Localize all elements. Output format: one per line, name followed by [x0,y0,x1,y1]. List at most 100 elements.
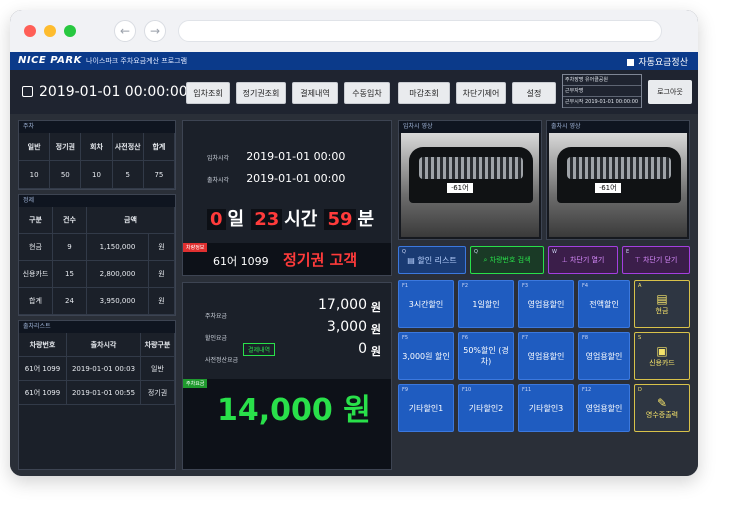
toolbar-button-closing-lookup[interactable]: 마감조회 [398,82,450,104]
datetime-text: 2019-01-01 00:00:00 [39,84,188,100]
table-cell: 9 [53,234,87,261]
vehicle-info-badge: 차량정보 [183,243,208,252]
duration: 0일 23 시간 59 분 [207,205,376,231]
exit-time-label: 출차시각 [207,177,230,184]
discount-button[interactable]: F6 50%할인 (경차) [458,332,514,380]
discount-button[interactable]: F8 영업용할인 [578,332,630,380]
discount-fee-label: 할인요금 [205,335,228,342]
discount-button[interactable]: F12 영업용할인 [578,384,630,432]
back-icon[interactable]: ← [114,20,136,42]
app-subtitle: 나이스파크 주차요금계산 프로그램 [86,57,188,65]
vehicle-info-bar: 차량정보 61어 1099 정기권 고객 [183,243,391,275]
table-cell[interactable]: 일반 [141,357,175,381]
time-panel: 입차시각 2019-01-01 00:00 출차시각 2019-01-01 00… [182,120,392,276]
exit-time-row: 출차시각 2019-01-01 00:00 [207,167,345,186]
prepay-fee-value: 0 [358,341,367,357]
receipt-print-button[interactable]: D ✎ 영수증출력 [634,384,690,432]
toolbar-button-gate-control[interactable]: 차단기제어 [456,82,506,104]
auto-pay-toggle[interactable]: 자동요금정산 [627,55,688,68]
toolbar-button-pass-lookup[interactable]: 정기권조회 [236,82,286,104]
payment-history-button[interactable]: 결제내역 [243,343,276,356]
browser-chrome: ← → [10,10,698,52]
duration-days-unit: 일 [227,209,245,230]
discount-button[interactable]: F7 영업용할인 [518,332,574,380]
table-header: 구분 [19,207,53,234]
entry-time-label: 입차시각 [207,155,230,162]
gate-up-icon: ⊥ [561,256,570,264]
toolbar-button-settings[interactable]: 설정 [512,82,556,104]
duration-hours-unit: 시간 [284,209,318,230]
nice-park-logo: NICE PARK [18,55,82,66]
table-cell: 75 [143,161,175,189]
fee-unit: 원 [370,345,381,358]
panel-title: 정제 [19,195,175,207]
discount-button[interactable]: F10 기타할인2 [458,384,514,432]
discount-button[interactable]: F2 1일할인 [458,280,514,328]
exit-camera-image: ·61어 [549,133,687,237]
parking-fee-value: 17,000 [318,297,367,313]
table-cell: 원 [149,261,175,288]
duration-minutes-unit: 분 [357,209,375,230]
table-header: 차량구분 [141,333,175,357]
toolbar-button-entry-lookup[interactable]: 입차조회 [186,82,230,104]
calendar-icon [22,86,33,97]
discount-button[interactable]: F5 3,000원 할인 [398,332,454,380]
minimize-dot[interactable] [44,25,56,37]
cash-icon: ▤ [656,292,668,306]
table-cell: 신용카드 [19,261,53,288]
parking-panel: 주차 일반 정기권 회차 사전정산 합계 10 50 10 5 75 [18,120,176,190]
discount-button[interactable]: F1 3시간할인 [398,280,454,328]
info-row: 주차장명 유어클공원 [563,75,641,86]
discount-list-button[interactable]: Q ▤ 할인 리스트 [398,246,466,274]
gate-close-button[interactable]: E ⊤ 차단기 닫기 [622,246,690,274]
discount-fee-value: 3,000 [326,319,367,335]
table-header: 회차 [81,133,113,161]
toolbar-button-payment-history[interactable]: 결제내역 [292,82,338,104]
discount-button[interactable]: F11 기타할인3 [518,384,574,432]
table-cell: 현금 [19,234,53,261]
close-dot[interactable] [24,25,36,37]
address-bar[interactable] [178,20,662,42]
table-cell: 2,800,000 [87,261,149,288]
credit-card-icon: ▣ [656,344,668,358]
gate-open-button[interactable]: W ⊥ 차단기 열기 [548,246,618,274]
table-cell[interactable]: 2019-01-01 00:03 [67,357,141,381]
vehicle-type: 정기권 고객 [283,251,358,269]
table-cell[interactable]: 61어 1099 [19,357,67,381]
table-header: 일반 [19,133,51,161]
info-table: 주차장명 유어클공원 근무자명 근무시작 2019-01-01 00:00:00 [562,74,642,108]
app-body: NICE PARK 나이스파크 주차요금계산 프로그램 자동요금정산 2019-… [10,52,698,476]
plate-search-button[interactable]: Q ⌕ 차량번호 검색 [470,246,544,274]
table-header: 사전정산 [112,133,144,161]
table-cell: 합계 [19,288,53,315]
info-row: 근무시작 2019-01-01 00:00:00 [563,97,641,108]
discount-button[interactable]: F3 영업용할인 [518,280,574,328]
duration-days: 0 [207,209,226,230]
receipt-icon: ✎ [656,396,668,410]
logout-button[interactable]: 로그아웃 [648,80,692,104]
table-cell: 15 [53,261,87,288]
table-header: 금액 [87,207,175,234]
table-header: 건수 [53,207,87,234]
exit-list-panel: 출차리스트 차량번호 출차시각 차량구분 61어 1099 2019-01-01… [18,320,176,470]
settlement-panel: 정제 구분 건수 금액 현금 9 1,150,000 원 신용카드 15 2,8… [18,194,176,316]
panel-title: 주차 [19,121,175,133]
discount-fee-row: 할인요금 3,000 원 [205,319,381,344]
toolbar: 2019-01-01 00:00:00 입차조회 정기권조회 결제내역 수동입차… [10,70,698,114]
table-cell[interactable]: 61어 1099 [19,381,67,405]
cash-payment-button[interactable]: A ▤ 현금 [634,280,690,328]
camera-title: 입차시 영상 [399,121,541,133]
card-payment-button[interactable]: S ▣ 신용카드 [634,332,690,380]
discount-button[interactable]: F4 전액할인 [578,280,630,328]
parking-fee-label: 주차요금 [205,313,228,320]
table-cell[interactable]: 2019-01-01 00:55 [67,381,141,405]
forward-icon[interactable]: → [144,20,166,42]
discount-button[interactable]: F9 기타할인1 [398,384,454,432]
current-datetime: 2019-01-01 00:00:00 [22,84,188,100]
maximize-dot[interactable] [64,25,76,37]
toolbar-button-manual-entry[interactable]: 수동입차 [344,82,390,104]
duration-minutes: 59 [324,209,356,230]
table-cell[interactable]: 정기권 [141,381,175,405]
table-cell: 24 [53,288,87,315]
prepay-fee-label: 사전정산요금 [205,357,239,364]
